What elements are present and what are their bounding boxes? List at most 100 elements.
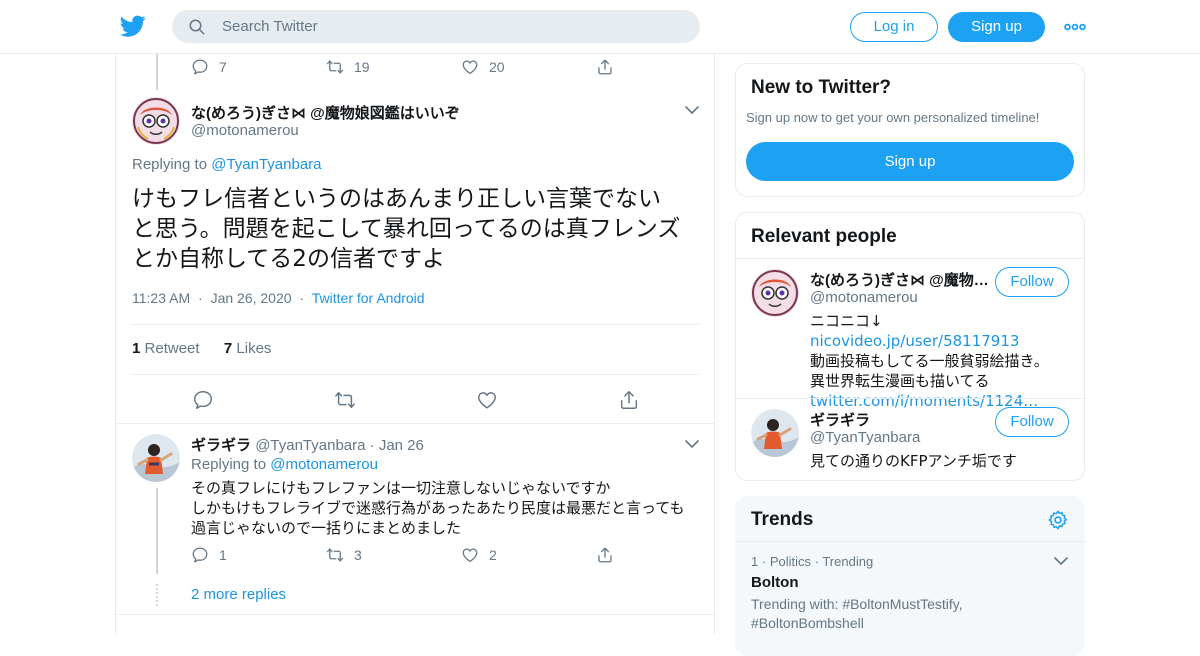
replying-to-line: Replying to @TyanTyanbara [132,156,322,173]
heart-icon [462,60,478,75]
avatar-image [751,269,799,317]
like-total[interactable]: 7 [224,340,232,357]
log-in-button[interactable]: Log in [850,12,938,42]
heart-icon [462,548,478,563]
like-action[interactable]: 2 [461,546,596,564]
bio-text: ニコニコ↓ [810,312,883,330]
avatar-image [751,409,799,457]
reply-action[interactable]: 7 [191,58,326,76]
trend-name[interactable]: Bolton [751,574,798,591]
author-handle[interactable]: @TyanTyanbara [255,437,365,454]
retweet-icon [326,548,344,562]
retweet-total-label[interactable]: Retweet [145,340,200,357]
follow-button[interactable]: Follow [995,267,1069,297]
replying-to-label: Replying to [132,156,208,173]
like-action[interactable] [476,389,618,411]
tweet-metadata: 11:23 AM · Jan 26, 2020 · Twitter for An… [132,290,425,306]
person-item: ギラギラ @TyanTyanbara Follow 見ての通りのKFPアンチ垢で… [736,407,1084,475]
tweet-thread: 7 19 20 な(めろう)ぎさ⋈ @魔物娘図鑑はいいぞ @motonamero… [115,54,715,634]
relevant-people-card: Relevant people な(めろう)ぎさ⋈ @魔物娘図鑑はいいぞ @mo… [735,212,1085,481]
tweet-text-line: とか自称してる2の信者ですよ [132,246,445,272]
top-navigation-bar: Log in Sign up [0,0,1200,54]
search-icon [189,19,205,35]
gear-icon[interactable] [1047,509,1069,531]
search-box[interactable] [172,10,700,43]
retweet-action[interactable]: 19 [326,58,461,76]
chevron-down-icon[interactable] [684,436,700,452]
trends-card: Trends 1 · Politics · Trending Bolton Tr… [735,496,1085,656]
trend-status: Trending [822,554,874,569]
twitter-bird-logo-icon[interactable] [120,13,146,39]
trends-header: Trends [735,496,1085,542]
replying-to-link[interactable]: @motonamerou [270,456,378,473]
person-item: な(めろう)ぎさ⋈ @魔物娘図鑑はいいぞ @motonamerou Follow… [736,267,1084,410]
share-icon [598,547,612,563]
reply-icon [194,391,212,409]
share-action[interactable] [596,58,614,76]
share-icon [620,391,638,409]
avatar-image [132,434,180,482]
avatar[interactable] [132,97,180,145]
previous-tweet-actions: 7 19 20 [191,58,614,76]
tweet-separator [116,614,714,615]
person-name[interactable]: ギラギラ [810,409,990,430]
more-options-icon[interactable] [1064,18,1086,36]
tweet-text-line: しかもけもフレライブで迷惑行為があったあたり民度は最悪だと言っても [191,499,685,517]
sign-up-button[interactable]: Sign up [746,142,1074,181]
divider [131,324,699,325]
thread-connector-line [156,488,158,574]
retweet-total[interactable]: 1 [132,340,140,357]
tweet-source-link[interactable]: Twitter for Android [312,290,425,306]
author-handle[interactable]: @motonamerou [191,122,299,139]
trend-meta: 1 · Politics · Trending [751,554,874,569]
person-bio: ニコニコ↓ nicovideo.jp/user/58117913 動画投稿もして… [810,311,1072,411]
card-title: Relevant people [751,226,897,247]
reply-action[interactable]: 1 [191,546,326,564]
bio-text: 動画投稿もしてる一般貧弱絵描き。 [810,352,1049,370]
thread-dotted-line [156,584,158,606]
tweet-stats: 1 Retweet 7 Likes [132,340,271,357]
retweet-count: 19 [354,59,370,75]
chevron-down-icon[interactable] [684,102,700,118]
share-action[interactable] [596,546,614,564]
retweet-action[interactable]: 3 [326,546,461,564]
card-subtitle: Sign up now to get your own personalized… [746,110,1040,125]
bio-link[interactable]: nicovideo.jp/user/58117913 [810,332,1019,350]
search-input[interactable] [222,10,682,43]
author-name[interactable]: な(めろう)ぎさ⋈ @魔物娘図鑑はいいぞ [191,102,460,123]
trend-rank: 1 [751,554,759,569]
follow-button[interactable]: Follow [995,407,1069,437]
retweet-action[interactable] [334,389,476,411]
replying-to-label: Replying to [191,456,267,473]
like-action[interactable]: 20 [461,58,596,76]
chevron-down-icon[interactable] [1053,553,1069,569]
like-total-label[interactable]: Likes [236,340,271,357]
reply-author-line: ギラギラ @TyanTyanbara · Jan 26 [191,437,424,454]
person-handle[interactable]: @TyanTyanbara [810,429,920,446]
person-handle[interactable]: @motonamerou [810,289,918,306]
tweet-text-line: その真フレにけもフレファンは一切注意しないじゃないですか [191,479,611,497]
replying-to-line: Replying to @motonamerou [191,456,378,473]
share-action[interactable] [618,389,640,411]
person-bio: 見ての通りのKFPアンチ垢です [810,452,1017,470]
author-name[interactable]: ギラギラ [191,437,251,454]
more-replies-link[interactable]: 2 more replies [191,586,286,603]
tweet-time[interactable]: 11:23 AM [132,290,190,306]
person-name[interactable]: な(めろう)ぎさ⋈ @魔物娘図鑑はいいぞ [810,269,990,290]
reply-action[interactable] [192,389,334,411]
tweet-date[interactable]: Jan 26, 2020 [211,290,292,306]
divider [131,374,699,375]
avatar[interactable] [132,434,180,482]
tweet-date[interactable]: Jan 26 [379,437,424,454]
tweet-text-line: けもフレ信者というのはあんまり正しい言葉でない [132,186,661,212]
divider [736,258,1084,259]
main-tweet-actions [192,389,640,411]
retweet-icon [326,60,344,74]
tweet-text-line: 過言じゃないので一括りにまとめました [191,519,462,537]
replying-to-link[interactable]: @TyanTyanbara [211,156,321,173]
avatar[interactable] [751,409,799,457]
trend-related-label: Trending with: [751,596,843,612]
avatar-image [132,97,180,145]
sign-up-button[interactable]: Sign up [948,12,1045,42]
avatar[interactable] [751,269,799,317]
